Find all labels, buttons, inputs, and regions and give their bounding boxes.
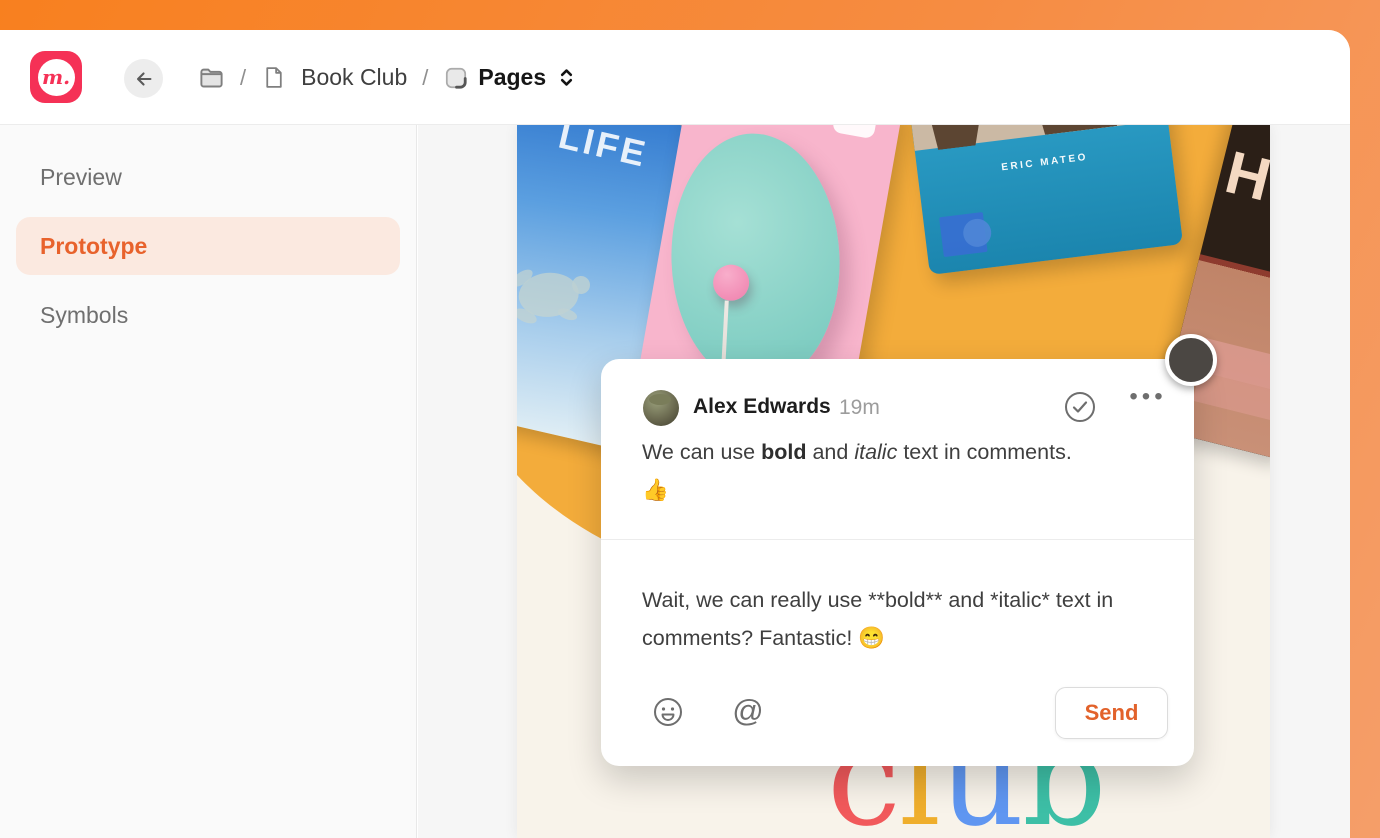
check-circle-icon: [1063, 390, 1097, 424]
candy-plate: [667, 131, 844, 389]
sidebar-item-prototype[interactable]: Prototype: [16, 217, 400, 275]
breadcrumb-separator: /: [240, 65, 246, 91]
emoji-picker-button[interactable]: [651, 696, 685, 730]
folder-icon[interactable]: [198, 64, 225, 91]
hi-book-title: HI: [1219, 137, 1270, 219]
pages-selector[interactable]: Pages: [443, 64, 578, 91]
life-book-title: LIFE: [517, 125, 698, 187]
candy-book-corner-chip: [832, 125, 881, 139]
marvel-logo-mark: m.: [38, 59, 75, 96]
back-button[interactable]: [124, 59, 163, 98]
prototype-screen[interactable]: LIFE the: [517, 125, 1270, 838]
document-icon: [261, 65, 286, 90]
pages-label: Pages: [478, 64, 546, 91]
left-sidebar: Preview Prototype Symbols: [0, 125, 417, 838]
sidebar-item-symbols[interactable]: Symbols: [16, 286, 400, 344]
comment-timestamp: 19m: [839, 396, 880, 420]
top-header: m. / Book Club /: [0, 30, 1350, 125]
marvel-logo[interactable]: m.: [30, 51, 82, 103]
pages-icon: [443, 65, 469, 91]
send-button[interactable]: Send: [1055, 687, 1168, 739]
breadcrumb: / Book Club / Pages: [198, 30, 578, 125]
sidebar-item-preview[interactable]: Preview: [16, 148, 400, 206]
ocean-book-logo: [939, 212, 988, 257]
ocean-book-author: ERIC MATEO: [917, 142, 1171, 184]
comment-author: Alex Edwards: [693, 395, 831, 419]
breadcrumb-separator: /: [422, 65, 428, 91]
more-options-button[interactable]: •••: [1125, 383, 1171, 411]
app-background: m. / Book Club /: [0, 0, 1380, 838]
canvas-area: LIFE the: [418, 125, 1350, 838]
app-window: m. / Book Club /: [0, 30, 1350, 838]
breadcrumb-project[interactable]: Book Club: [301, 64, 407, 91]
arrow-left-icon: [133, 68, 155, 90]
comment-pin[interactable]: [1165, 334, 1217, 386]
chevron-updown-icon: [555, 66, 578, 89]
mention-button[interactable]: @: [729, 691, 767, 731]
resolve-comment-button[interactable]: [1061, 389, 1099, 427]
comment-card: Alex Edwards 19m ••• We can use bold and…: [601, 359, 1194, 766]
avatar: [643, 390, 679, 426]
reply-input[interactable]: Wait, we can really use **bold** and *it…: [642, 581, 1132, 657]
comment-body: We can use bold and italic text in comme…: [642, 433, 1092, 509]
card-divider: [601, 539, 1194, 540]
turtle-illustration: [517, 245, 607, 344]
smiley-icon: [652, 696, 684, 728]
